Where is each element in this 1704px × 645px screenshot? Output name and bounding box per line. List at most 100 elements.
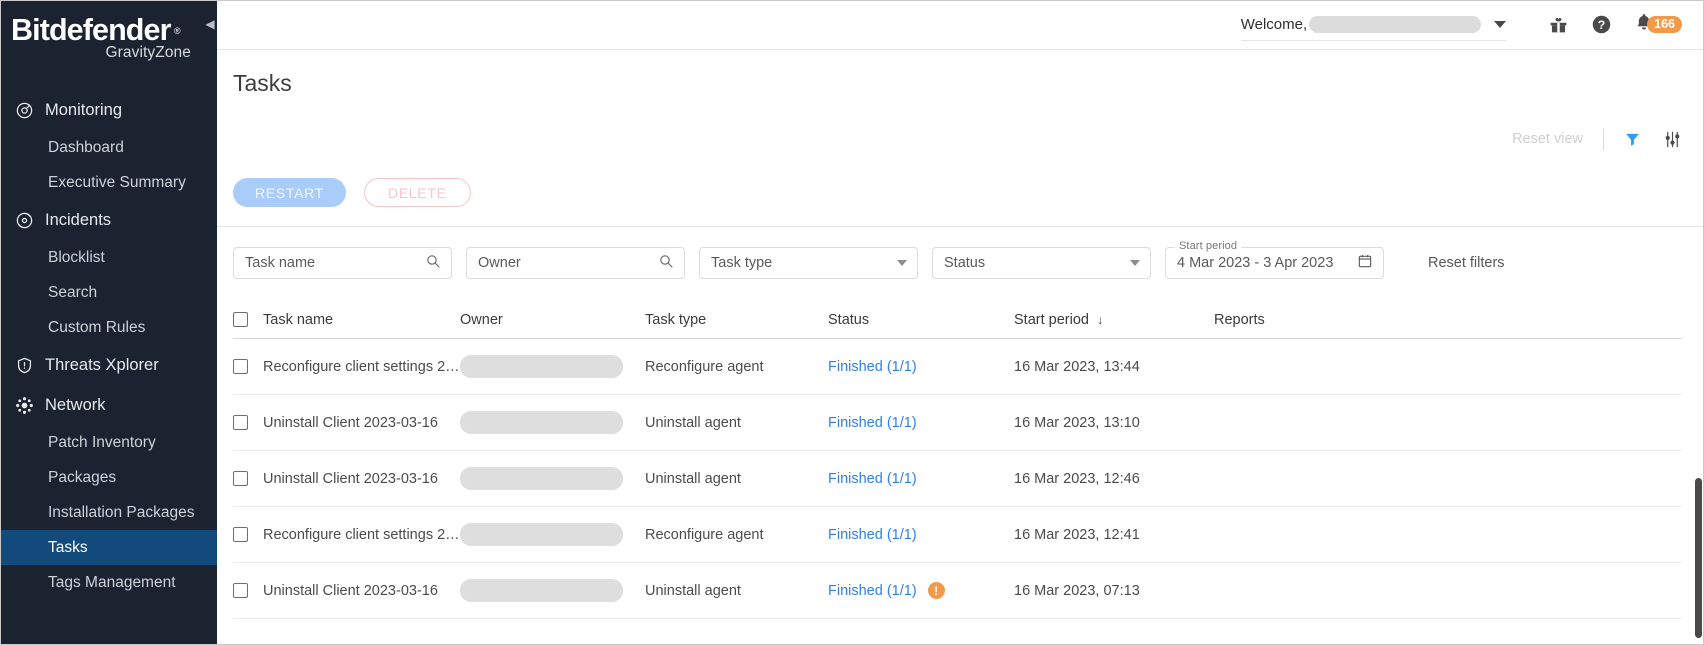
sidebar-collapse-button[interactable]: ◀ [200,3,217,45]
main-content: Welcome, ? 166 Tasks Reset view RESTART … [217,0,1704,645]
select-all-checkbox[interactable] [233,312,248,327]
status-link[interactable]: Finished (1/1) [828,359,917,375]
restart-button[interactable]: RESTART [233,178,346,207]
column-header-status[interactable]: Status [828,312,1014,328]
sidebar-item-tags-management[interactable]: Tags Management [0,565,217,600]
sidebar-item-incidents[interactable]: Incidents [0,200,217,240]
column-header-reports[interactable]: Reports [1214,312,1682,328]
task-name-filter[interactable]: Task name [233,247,452,279]
column-header-task-type[interactable]: Task type [645,312,828,328]
status-link[interactable]: Finished (1/1) [828,415,917,431]
top-bar: Welcome, ? 166 [217,0,1704,50]
cell-task-type: Reconfigure agent [645,358,764,375]
action-toolbar: RESTART DELETE [217,178,1704,207]
sidebar-item-dashboard[interactable]: Dashboard [0,130,217,165]
sidebar-item-label: Dashboard [48,138,124,156]
sidebar-item-tasks[interactable]: Tasks [0,530,217,565]
sliders-settings-icon[interactable] [1663,130,1682,149]
task-name-placeholder: Task name [245,255,316,271]
start-period-filter[interactable]: Start period 4 Mar 2023 - 3 Apr 2023 [1165,240,1384,279]
search-icon[interactable] [658,253,674,273]
owner-redacted [460,355,623,378]
cell-task-name[interactable]: Uninstall Client 2023-03-16 [263,415,460,431]
select-all-checkbox-cell [233,312,263,327]
cell-start-period: 16 Mar 2023, 13:10 [1014,414,1140,431]
help-icon[interactable]: ? [1591,14,1612,35]
table-row[interactable]: Uninstall Client 2023-03-16 Uninstall ag… [233,451,1682,507]
cell-status: Finished (1/1) [828,359,1014,375]
row-checkbox[interactable] [233,583,248,598]
table-row[interactable]: Reconfigure client settings 2… Reconfigu… [233,339,1682,395]
reset-filters-button[interactable]: Reset filters [1428,255,1505,271]
owner-placeholder: Owner [478,255,521,271]
status-link[interactable]: Finished (1/1) [828,527,917,543]
cell-start-period: 16 Mar 2023, 13:44 [1014,358,1140,375]
row-checkbox-cell [233,359,263,374]
task-type-value: Task type [711,255,773,271]
owner-redacted [460,523,623,546]
user-menu[interactable]: Welcome, [1240,8,1507,41]
vertical-scrollbar-thumb[interactable] [1695,478,1702,638]
chevron-down-icon [1494,20,1507,28]
brand-logo: Bitdefender ® GravityZone [0,0,217,72]
warning-icon[interactable]: ! [927,582,945,599]
toolbar-divider [1603,128,1604,150]
cell-task-name[interactable]: Uninstall Client 2023-03-16 [263,471,460,487]
table-row[interactable]: Reconfigure client settings 2… Reconfigu… [233,507,1682,563]
delete-button[interactable]: DELETE [363,178,471,207]
search-icon[interactable] [425,253,441,273]
status-link[interactable]: Finished (1/1) [828,471,917,487]
sidebar-item-threats-xplorer[interactable]: Threats Xplorer [0,345,217,385]
calendar-icon[interactable] [1357,253,1373,273]
row-checkbox-cell [233,527,263,542]
filter-bar: Task name Owner Task type Status Start p… [217,226,1704,279]
owner-redacted [460,411,623,434]
cell-owner [460,579,645,602]
sidebar-item-installation-packages[interactable]: Installation Packages [0,495,217,530]
sidebar-item-custom-rules[interactable]: Custom Rules [0,310,217,345]
table-row[interactable]: Uninstall Client 2023-03-16 Uninstall ag… [233,563,1682,619]
sidebar-item-label: Search [48,283,98,301]
table-row[interactable]: Uninstall Client 2023-03-16 Uninstall ag… [233,395,1682,451]
row-checkbox[interactable] [233,471,248,486]
row-checkbox[interactable] [233,359,248,374]
row-checkbox[interactable] [233,415,248,430]
gift-icon[interactable] [1548,14,1569,35]
cell-task-name[interactable]: Reconfigure client settings 2… [263,359,460,375]
filter-funnel-icon[interactable] [1624,131,1641,148]
welcome-label: Welcome, [1240,15,1308,33]
reset-view-button[interactable]: Reset view [1512,131,1583,147]
sidebar-item-network[interactable]: Network [0,385,217,425]
cell-task-name[interactable]: Uninstall Client 2023-03-16 [263,583,460,599]
sidebar-item-monitoring[interactable]: Monitoring [0,90,217,130]
page-title: Tasks [233,70,292,96]
cell-task-type: Uninstall agent [645,470,741,487]
sidebar-item-blocklist[interactable]: Blocklist [0,240,217,275]
column-header-task-name[interactable]: Task name [263,312,460,328]
sidebar-item-search[interactable]: Search [0,275,217,310]
incidents-icon [9,211,40,230]
network-icon [9,396,40,415]
cell-status: Finished (1/1) ! [828,582,1014,599]
sidebar-item-label: Network [45,395,106,414]
registered-mark-icon: ® [173,26,181,36]
cell-status: Finished (1/1) [828,415,1014,431]
table-header-row: Task name Owner Task type Status Start p… [233,301,1682,339]
sidebar-item-label: Patch Inventory [48,433,156,451]
cell-start-period: 16 Mar 2023, 07:13 [1014,582,1140,599]
status-link[interactable]: Finished (1/1) [828,583,917,599]
chevron-left-icon: ◀ [205,17,215,31]
task-type-filter[interactable]: Task type [699,247,918,279]
notifications-button[interactable]: 166 [1634,12,1682,37]
column-header-start-period[interactable]: Start period ↓ [1014,312,1214,328]
sidebar-item-executive-summary[interactable]: Executive Summary [0,165,217,200]
status-filter[interactable]: Status [932,247,1151,279]
sidebar-item-patch-inventory[interactable]: Patch Inventory [0,425,217,460]
sidebar-item-packages[interactable]: Packages [0,460,217,495]
cell-task-name[interactable]: Reconfigure client settings 2… [263,527,460,543]
cell-task-type: Reconfigure agent [645,526,764,543]
column-header-owner[interactable]: Owner [460,312,645,328]
row-checkbox[interactable] [233,527,248,542]
owner-filter[interactable]: Owner [466,247,685,279]
sidebar-item-label: Threats Xplorer [45,355,159,374]
